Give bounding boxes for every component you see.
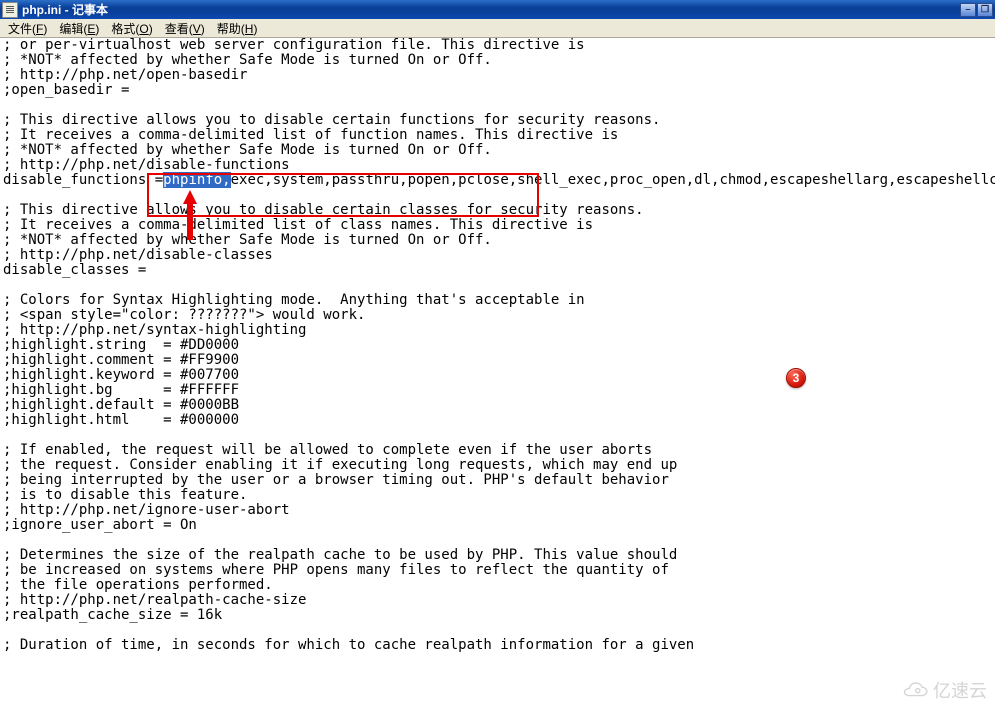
editor-line: ;highlight.bg = #FFFFFF xyxy=(3,383,995,398)
step-badge: 3 xyxy=(786,368,806,388)
editor-line: ; Colors for Syntax Highlighting mode. A… xyxy=(3,293,995,308)
editor-line: ; http://php.net/syntax-highlighting xyxy=(3,323,995,338)
editor-selection: phpinfo, xyxy=(163,172,230,188)
editor-line: ;highlight.keyword = #007700 xyxy=(3,368,995,383)
menu-view[interactable]: 查看(V) xyxy=(159,19,211,38)
window-controls: – ❐ xyxy=(960,3,993,17)
editor-line: ; is to disable this feature. xyxy=(3,488,995,503)
editor-line: ; This directive allows you to disable c… xyxy=(3,113,995,128)
editor-line: ;highlight.comment = #FF9900 xyxy=(3,353,995,368)
watermark-text: 亿速云 xyxy=(933,677,987,703)
menu-format[interactable]: 格式(O) xyxy=(105,19,158,38)
minimize-button[interactable]: – xyxy=(960,3,976,17)
editor-line: ; be increased on systems where PHP open… xyxy=(3,563,995,578)
window-title: php.ini - 记事本 xyxy=(22,1,960,18)
editor-line: ;highlight.string = #DD0000 xyxy=(3,338,995,353)
menu-file[interactable]: 文件(F) xyxy=(2,19,53,38)
editor-line: ; http://php.net/ignore-user-abort xyxy=(3,503,995,518)
menu-help[interactable]: 帮助(H) xyxy=(211,19,264,38)
editor-line xyxy=(3,623,995,638)
editor-line: ; the request. Consider enabling it if e… xyxy=(3,458,995,473)
editor-line: ;highlight.default = #0000BB xyxy=(3,398,995,413)
editor-line: ; *NOT* affected by whether Safe Mode is… xyxy=(3,233,995,248)
editor-line: ;ignore_user_abort = On xyxy=(3,518,995,533)
watermark: 亿速云 xyxy=(901,677,987,703)
editor-line: ; Duration of time, in seconds for which… xyxy=(3,638,995,653)
editor-line: ; It receives a comma-delimited list of … xyxy=(3,218,995,233)
editor-line: ; If enabled, the request will be allowe… xyxy=(3,443,995,458)
editor-line xyxy=(3,278,995,293)
editor-line: ; http://php.net/disable-functions xyxy=(3,158,995,173)
editor-line: ; http://php.net/open-basedir xyxy=(3,68,995,83)
titlebar: php.ini - 记事本 – ❐ xyxy=(0,0,995,19)
editor-line: ; the file operations performed. xyxy=(3,578,995,593)
editor-line: ; *NOT* affected by whether Safe Mode is… xyxy=(3,143,995,158)
editor-line: ; It receives a comma-delimited list of … xyxy=(3,128,995,143)
editor-line: ;open_basedir = xyxy=(3,83,995,98)
editor-line: disable_functions =phpinfo,exec,system,p… xyxy=(3,173,995,188)
editor-line: ; *NOT* affected by whether Safe Mode is… xyxy=(3,53,995,68)
editor-line: ; <span style="color: ???????"> would wo… xyxy=(3,308,995,323)
notepad-icon xyxy=(2,2,18,18)
editor-line xyxy=(3,428,995,443)
editor-line xyxy=(3,533,995,548)
editor-line: disable_classes = xyxy=(3,263,995,278)
editor-line: ; This directive allows you to disable c… xyxy=(3,203,995,218)
editor-line xyxy=(3,98,995,113)
editor-line xyxy=(3,188,995,203)
editor-line: ; or per-virtualhost web server configur… xyxy=(3,38,995,53)
editor-text-area[interactable]: ; or per-virtualhost web server configur… xyxy=(0,38,995,709)
menubar: 文件(F) 编辑(E) 格式(O) 查看(V) 帮助(H) xyxy=(0,19,995,38)
cloud-icon xyxy=(901,680,929,700)
editor-line: ; http://php.net/disable-classes xyxy=(3,248,995,263)
editor-line: ;realpath_cache_size = 16k xyxy=(3,608,995,623)
menu-edit[interactable]: 编辑(E) xyxy=(53,19,105,38)
editor-line: ;highlight.html = #000000 xyxy=(3,413,995,428)
maximize-button[interactable]: ❐ xyxy=(977,3,993,17)
editor-line: ; Determines the size of the realpath ca… xyxy=(3,548,995,563)
editor-line: ; being interrupted by the user or a bro… xyxy=(3,473,995,488)
editor-line: ; http://php.net/realpath-cache-size xyxy=(3,593,995,608)
